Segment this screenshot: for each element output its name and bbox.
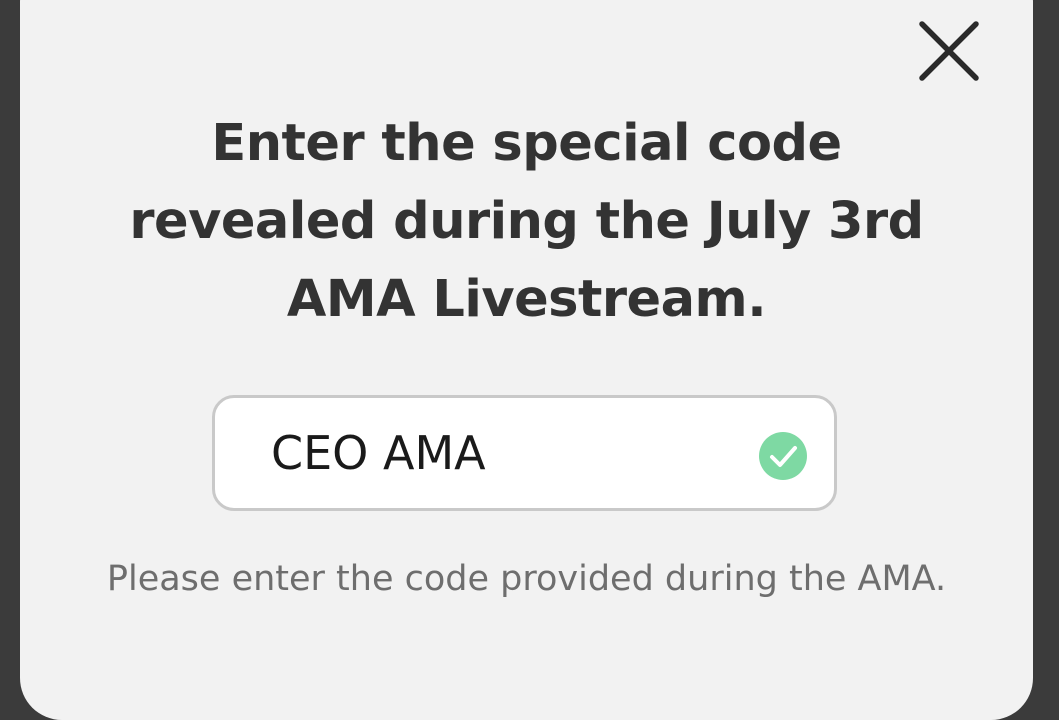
code-entry-dialog: Enter the special code revealed during t… [20, 0, 1033, 720]
close-icon [918, 20, 980, 82]
close-button[interactable] [918, 20, 980, 82]
code-input[interactable] [271, 420, 731, 486]
code-field[interactable] [212, 395, 837, 511]
helper-text: Please enter the code provided during th… [106, 559, 947, 599]
check-circle-icon [758, 431, 808, 481]
dialog-title: Enter the special code revealed during t… [129, 114, 924, 329]
